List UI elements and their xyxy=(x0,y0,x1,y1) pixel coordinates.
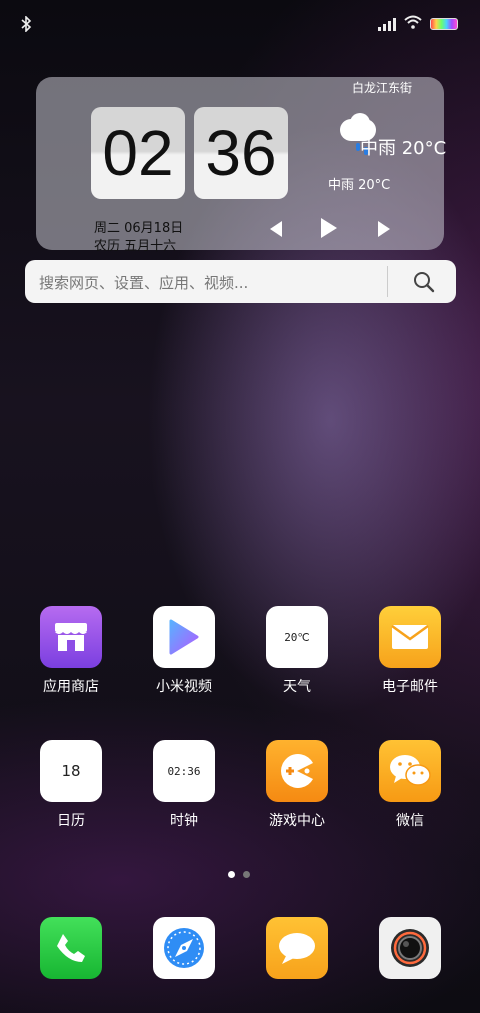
weather-app-icon: 20℃ xyxy=(266,606,328,668)
clock-weather-widget[interactable]: 白龙江东街 02 36 中雨 20°C 中雨 20°C 周二 06月18日 农历… xyxy=(36,77,447,254)
app-label: 电子邮件 xyxy=(382,679,438,695)
phone-icon xyxy=(40,917,102,979)
wechat-icon xyxy=(379,740,441,802)
search-divider xyxy=(387,266,388,297)
camera-icon xyxy=(379,917,441,979)
app-calendar[interactable]: 18 日历 xyxy=(26,740,116,830)
browser-compass-icon xyxy=(153,917,215,979)
app-label: 日历 xyxy=(57,813,85,829)
search-input[interactable]: 搜索网页、设置、应用、视频... xyxy=(39,272,248,293)
search-icon[interactable] xyxy=(411,269,437,295)
clock-hour: 02 xyxy=(91,107,185,199)
wifi-icon xyxy=(404,14,422,33)
app-wechat[interactable]: 微信 xyxy=(365,740,455,830)
weather-condition-large: 中雨 20°C xyxy=(360,138,447,159)
calendar-day: 18 xyxy=(61,762,81,780)
page-indicator[interactable] xyxy=(228,871,250,878)
app-label: 时钟 xyxy=(170,813,198,829)
app-mi-video[interactable]: 小米视频 xyxy=(139,606,229,696)
search-bar[interactable]: 搜索网页、设置、应用、视频... xyxy=(25,260,456,303)
weather-condition-small: 中雨 20°C xyxy=(328,178,391,193)
play-icon xyxy=(153,606,215,668)
page-dot-active[interactable] xyxy=(228,871,235,878)
dock-camera[interactable] xyxy=(365,917,455,979)
app-game-center[interactable]: 游戏中心 xyxy=(252,740,342,830)
app-label: 游戏中心 xyxy=(269,813,325,829)
app-clock[interactable]: 02:36 时钟 xyxy=(139,740,229,830)
game-center-icon xyxy=(266,740,328,802)
app-label: 小米视频 xyxy=(156,679,212,695)
messages-icon xyxy=(266,917,328,979)
clock-app-time: 02:36 xyxy=(167,764,201,778)
page-dot[interactable] xyxy=(243,871,250,878)
battery-icon xyxy=(430,17,458,30)
store-icon xyxy=(40,606,102,668)
app-label: 应用商店 xyxy=(43,679,99,695)
calendar-icon: 18 xyxy=(40,740,102,802)
play-button[interactable] xyxy=(319,216,339,245)
dock-phone[interactable] xyxy=(26,917,116,979)
clock-minute: 36 xyxy=(194,107,288,199)
clock-icon: 02:36 xyxy=(153,740,215,802)
app-email[interactable]: 电子邮件 xyxy=(365,606,455,696)
signal-bars-icon xyxy=(378,17,396,31)
previous-track-button[interactable] xyxy=(268,220,284,243)
location-label: 白龙江东街 xyxy=(351,81,412,95)
mail-icon xyxy=(379,606,441,668)
date-label: 周二 06月18日 xyxy=(94,221,184,236)
status-bar xyxy=(0,0,480,50)
dock-browser[interactable] xyxy=(139,917,229,979)
app-label: 天气 xyxy=(283,679,311,695)
dock-messages[interactable] xyxy=(252,917,342,979)
next-track-button[interactable] xyxy=(376,220,392,243)
app-app-store[interactable]: 应用商店 xyxy=(26,606,116,696)
bluetooth-icon xyxy=(20,15,32,36)
weather-app-temp: 20℃ xyxy=(284,630,310,644)
app-label: 微信 xyxy=(396,813,424,829)
app-weather[interactable]: 20℃ 天气 xyxy=(252,606,342,696)
lunar-date-label: 农历 五月十六 xyxy=(94,239,177,254)
